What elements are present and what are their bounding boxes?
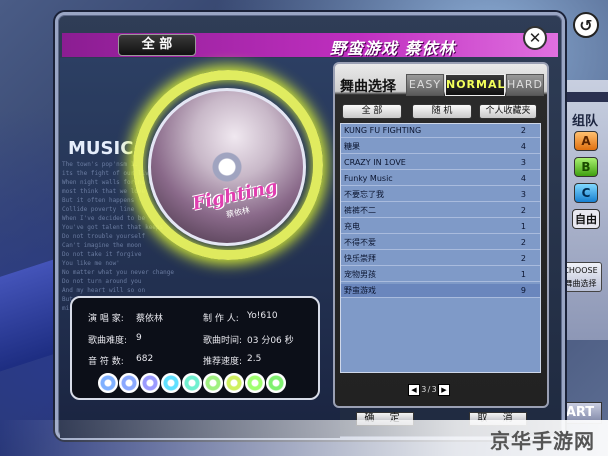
prev-page-icon[interactable]: ◀ (408, 383, 420, 396)
song-row[interactable]: Funky Music 4 (341, 172, 540, 186)
song-name: 充电 (344, 222, 360, 231)
song-level: 1 (520, 222, 526, 231)
song-row[interactable]: CRAZY IN 1OVE 3 (341, 156, 540, 170)
notes-label: 音 符 数: (88, 357, 124, 367)
album-disc (148, 88, 306, 246)
difficulty-star-icon (119, 373, 139, 393)
producer-label: 制 作 人: (203, 314, 239, 324)
back-icon[interactable]: ↺ (573, 12, 599, 38)
song-row[interactable]: 糖果 4 (341, 140, 540, 154)
song-row[interactable]: 不要忘了我 3 (341, 188, 540, 202)
song-name: 快乐崇拜 (344, 254, 376, 263)
song-name: 宠物男孩 (344, 270, 376, 279)
singer-value: 蔡依林 (136, 314, 164, 324)
next-page-icon[interactable]: ▶ (437, 383, 450, 396)
song-row[interactable]: 快乐崇拜 2 (341, 252, 540, 266)
window-title: 野蛮游戏 蔡依林 (330, 39, 456, 58)
difficulty-value: 9 (136, 333, 142, 343)
song-level: 4 (520, 142, 526, 151)
team-c-button[interactable]: C (574, 183, 598, 203)
filter-favorites-button[interactable]: 个人收藏夹 (479, 104, 537, 119)
pager: ◀ 3 / 3 ▶ (408, 383, 450, 396)
song-level: 2 (520, 126, 526, 135)
team-b-button[interactable]: B (574, 157, 598, 177)
notes-value: 682 (136, 354, 154, 364)
choose-song-button[interactable]: CHOOSE 舞曲选择 (559, 262, 602, 292)
song-row[interactable]: 不得不爱 2 (341, 236, 540, 250)
page-separator: / (427, 385, 431, 394)
choose-line2: 舞曲选择 (564, 279, 597, 288)
song-level: 2 (520, 254, 526, 263)
difficulty-stars (98, 373, 286, 393)
tab-all[interactable]: 全 部 (118, 34, 196, 56)
song-level: 9 (520, 286, 526, 295)
singer-label: 演 唱 家: (88, 314, 124, 324)
song-name: 不得不爱 (344, 238, 376, 247)
difficulty-star-icon (245, 373, 265, 393)
music-word: MUSIC (68, 138, 134, 159)
song-name: 裤裤不二 (344, 206, 376, 215)
song-level: 2 (520, 238, 526, 247)
song-name: Funky Music (344, 174, 393, 183)
tab-normal[interactable]: NORMAL (445, 74, 505, 96)
page-total: 3 (431, 385, 437, 394)
selection-title: 舞曲选择 (340, 79, 396, 95)
team-panel-strip (565, 92, 608, 102)
producer-value: Yo!610 (247, 311, 278, 321)
difficulty-star-icon (182, 373, 202, 393)
song-level: 4 (520, 174, 526, 183)
song-name: CRAZY IN 1OVE (344, 158, 406, 167)
song-row[interactable]: 裤裤不二 2 (341, 204, 540, 218)
team-title: 组队 (572, 114, 599, 129)
song-row[interactable]: 野蛮游戏 9 (341, 284, 540, 298)
duration-value: 03 分06 秒 (247, 336, 294, 346)
difficulty-star-icon (224, 373, 244, 393)
song-name: 不要忘了我 (344, 190, 384, 199)
difficulty-star-icon (140, 373, 160, 393)
tab-hard[interactable]: HARD (506, 74, 544, 96)
song-level: 2 (520, 206, 526, 215)
tab-easy[interactable]: EASY (406, 74, 444, 96)
difficulty-star-icon (203, 373, 223, 393)
team-a-button[interactable]: A (574, 131, 598, 151)
song-name: 糖果 (344, 142, 360, 151)
difficulty-star-icon (98, 373, 118, 393)
difficulty-star-icon (161, 373, 181, 393)
difficulty-label: 歌曲难度: (88, 336, 128, 346)
watermark-text: 京华手游网 (490, 429, 595, 453)
close-button[interactable]: ✕ (523, 26, 547, 50)
duration-label: 歌曲时间: (203, 336, 243, 346)
choose-line1: CHOOSE (563, 266, 598, 275)
song-level: 3 (520, 190, 526, 199)
song-name: KUNG FU FIGHTING (344, 126, 422, 135)
filter-all-button[interactable]: 全 部 (342, 104, 402, 119)
song-row[interactable]: 宠物男孩 1 (341, 268, 540, 282)
song-level: 1 (520, 270, 526, 279)
speed-value: 2.5 (247, 354, 262, 364)
filter-random-button[interactable]: 随 机 (412, 104, 472, 119)
song-name: 野蛮游戏 (344, 286, 376, 295)
difficulty-star-icon (266, 373, 286, 393)
page-current: 3 (421, 385, 427, 394)
song-level: 3 (520, 158, 526, 167)
team-free-button[interactable]: 自由 (572, 209, 600, 229)
speed-label: 推荐速度: (203, 357, 243, 367)
song-row[interactable]: 充电 1 (341, 220, 540, 234)
song-row[interactable]: KUNG FU FIGHTING 2 (341, 124, 540, 138)
